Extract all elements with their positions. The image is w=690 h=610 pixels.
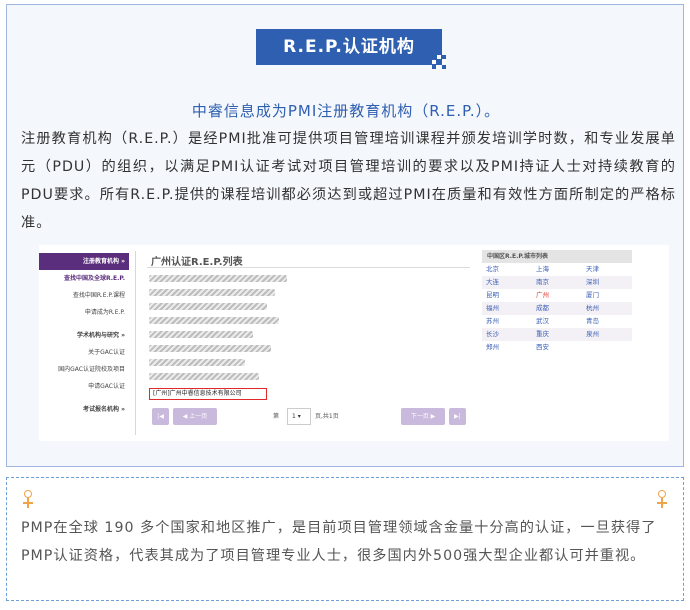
headline: 中睿信息成为PMI注册教育机构（R.E.P.）。: [191, 102, 501, 120]
city-link[interactable]: 南京: [532, 276, 582, 289]
blurred-entry: [149, 275, 287, 282]
rep-sidebar-nav: 注册教育机构 » 查找中国及全球R.E.P. 查找中国R.E.P.课程 申请成为R.E…: [39, 253, 129, 418]
city-link[interactable]: 广州: [532, 289, 582, 302]
city-link[interactable]: 泉州: [582, 328, 632, 341]
city-grid: 北京 上海 天津大连 南京 深圳昆明 广州 厦门福州 成都 杭州苏州 武汉 青岛长沙 重庆 泉州郑州 西安: [482, 263, 632, 354]
next-page-button[interactable]: 下一页 ▶: [401, 408, 445, 425]
pmp-info-card: PMP在全球 190 多个国家和地区推广，是目前项目管理领域含金量十分高的认证，…: [6, 477, 684, 601]
city-link[interactable]: 青岛: [582, 315, 632, 328]
blurred-entry: [149, 331, 253, 338]
city-link[interactable]: 上海: [532, 263, 582, 276]
pin-icon: [23, 490, 33, 510]
city-link[interactable]: 天津: [582, 263, 632, 276]
city-link[interactable]: 苏州: [482, 315, 532, 328]
city-link[interactable]: 重庆: [532, 328, 582, 341]
city-link[interactable]: 深圳: [582, 276, 632, 289]
sidebar-item[interactable]: 申请成为R.E.P.: [39, 304, 129, 321]
section-badge: R.E.P.认证机构: [256, 29, 446, 69]
city-list-panel: 中国区R.E.P.城市列表 北京 上海 天津大连 南京 深圳昆明 广州 厦门福州 成都 杭州苏州…: [482, 250, 632, 382]
sidebar-item[interactable]: 关于GAC认证: [39, 344, 129, 361]
page-select[interactable]: 1 ▾: [287, 408, 311, 425]
blurred-entry: [149, 303, 267, 310]
city-link: [582, 341, 632, 354]
page-suffix: 页,共1页: [315, 413, 339, 420]
page-prefix: 第: [273, 413, 280, 420]
blurred-entry: [149, 317, 279, 324]
sidebar-item[interactable]: 申请GAC认证: [39, 378, 129, 395]
rep-list-title: 广州认证R.E.P.列表: [151, 257, 243, 268]
prev-page-button[interactable]: ◀ 上一页: [173, 408, 217, 425]
blurred-entry: [149, 289, 275, 296]
sidebar-item[interactable]: 国内GAC认证院校及项目: [39, 361, 129, 378]
list-title-rule: [147, 267, 470, 268]
city-link[interactable]: 武汉: [532, 315, 582, 328]
first-page-button[interactable]: |◀: [152, 408, 169, 425]
badge-corner-dots: [432, 55, 446, 69]
city-link[interactable]: 大连: [482, 276, 532, 289]
sidebar-item[interactable]: 查找中国及全球R.E.P.: [39, 270, 129, 287]
pagination: |◀ ◀ 上一页 第 1 ▾ 页,共1页 下一页 ▶ ▶|: [39, 408, 479, 426]
last-page-button[interactable]: ▶|: [449, 408, 466, 425]
pin-icon: [657, 490, 667, 510]
badge-title: R.E.P.认证机构: [283, 37, 415, 57]
city-list-title: 中国区R.E.P.城市列表: [482, 250, 632, 263]
city-link[interactable]: 成都: [532, 302, 582, 315]
city-link[interactable]: 北京: [482, 263, 532, 276]
city-link[interactable]: 长沙: [482, 328, 532, 341]
blurred-entry: [149, 359, 245, 366]
blurred-entry: [149, 345, 271, 352]
blurred-entry: [149, 373, 259, 380]
city-link[interactable]: 福州: [482, 302, 532, 315]
sidebar-item[interactable]: 查找中国R.E.P.课程: [39, 287, 129, 304]
city-link[interactable]: 西安: [532, 341, 582, 354]
sidebar-item[interactable]: 学术机构与研究 »: [39, 327, 129, 344]
pmp-paragraph: PMP在全球 190 多个国家和地区推广，是目前项目管理领域含金量十分高的认证，…: [21, 520, 657, 564]
city-link[interactable]: 厦门: [582, 289, 632, 302]
embedded-website-screenshot: 注册教育机构 » 查找中国及全球R.E.P. 查找中国R.E.P.课程 申请成为R.E…: [39, 245, 669, 441]
intro-paragraph: 注册教育机构（R.E.P.）是经PMI批准可提供项目管理培训课程并颁发培训学时数…: [21, 131, 676, 231]
city-link[interactable]: 郑州: [482, 341, 532, 354]
city-link[interactable]: 杭州: [582, 302, 632, 315]
highlighted-rep-entry[interactable]: [广州]广州中睿信息技术有限公司: [149, 388, 267, 400]
rep-intro-card: R.E.P.认证机构 中睿信息成为PMI注册教育机构（R.E.P.）。 注册教育…: [6, 4, 684, 467]
sidebar-item[interactable]: 注册教育机构 »: [39, 253, 129, 270]
city-link[interactable]: 昆明: [482, 289, 532, 302]
